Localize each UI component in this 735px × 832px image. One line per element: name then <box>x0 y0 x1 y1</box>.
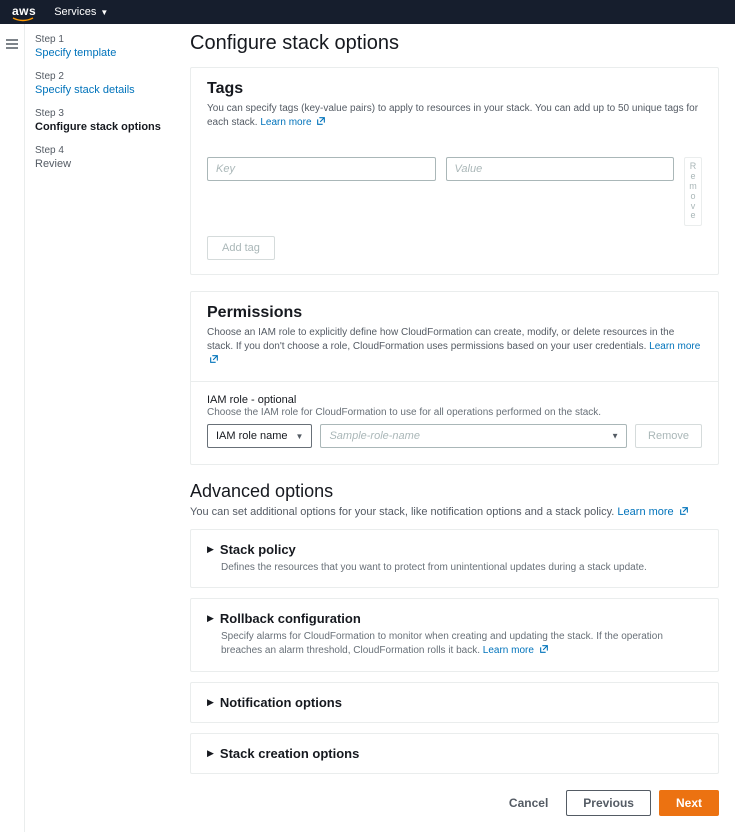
page-title: Configure stack options <box>190 32 719 55</box>
hamburger-toggle[interactable] <box>0 24 24 832</box>
tag-row: R e m o v e <box>191 143 718 226</box>
caret-down-icon: ▼ <box>296 432 304 441</box>
step-label: Step 1 <box>35 34 170 45</box>
permissions-panel: Permissions Choose an IAM role to explic… <box>190 291 719 465</box>
wizard-footer: Cancel Previous Next <box>190 784 719 816</box>
services-label: Services <box>54 6 96 18</box>
next-button[interactable]: Next <box>659 790 719 816</box>
panel-title: Stack creation options <box>220 746 359 761</box>
select-value: IAM role name <box>216 430 288 442</box>
external-link-icon <box>679 506 689 519</box>
stack-creation-options-panel: ▶ Stack creation options <box>190 733 719 774</box>
step-label: Step 4 <box>35 145 170 156</box>
tags-panel: Tags You can specify tags (key-value pai… <box>190 67 719 275</box>
panel-desc: Specify alarms for CloudFormation to mon… <box>221 630 702 659</box>
step-3[interactable]: Step 3 Configure stack options <box>35 108 170 133</box>
rollback-config-panel: ▶ Rollback configuration Specify alarms … <box>190 598 719 672</box>
advanced-learn-more-link[interactable]: Learn more <box>617 506 688 518</box>
notification-options-panel: ▶ Notification options <box>190 682 719 723</box>
iam-role-label: IAM role - optional <box>207 394 702 406</box>
main-content: Configure stack options Tags You can spe… <box>182 24 735 832</box>
step-1[interactable]: Step 1 Specify template <box>35 34 170 59</box>
caret-down-icon: ▼ <box>100 8 108 17</box>
triangle-right-icon: ▶ <box>207 613 214 624</box>
stack-creation-options-toggle[interactable]: ▶ Stack creation options <box>207 746 702 761</box>
step-name: Review <box>35 158 170 170</box>
step-name: Specify template <box>35 47 170 59</box>
iam-role-remove-button: Remove <box>635 424 702 448</box>
triangle-right-icon: ▶ <box>207 748 214 759</box>
external-link-icon <box>209 354 219 369</box>
aws-logo[interactable]: aws <box>12 4 36 20</box>
panel-title: Notification options <box>220 695 342 710</box>
rollback-learn-more-link[interactable]: Learn more <box>483 645 549 656</box>
external-link-icon <box>316 116 326 131</box>
tags-heading: Tags <box>207 80 702 98</box>
tags-desc: You can specify tags (key-value pairs) t… <box>207 102 702 131</box>
cancel-button[interactable]: Cancel <box>499 790 558 816</box>
stack-policy-panel: ▶ Stack policy Defines the resources tha… <box>190 529 719 588</box>
step-4: Step 4 Review <box>35 145 170 170</box>
top-nav: aws Services ▼ <box>0 0 735 24</box>
triangle-right-icon: ▶ <box>207 544 214 555</box>
wizard-steps-sidebar: Step 1 Specify template Step 2 Specify s… <box>24 24 182 832</box>
tag-value-input[interactable] <box>446 157 675 181</box>
permissions-desc: Choose an IAM role to explicitly define … <box>207 326 702 369</box>
tag-key-input[interactable] <box>207 157 436 181</box>
advanced-heading: Advanced options <box>190 481 719 502</box>
tag-remove-button: R e m o v e <box>684 157 702 226</box>
notification-options-toggle[interactable]: ▶ Notification options <box>207 695 702 710</box>
step-label: Step 3 <box>35 108 170 119</box>
panel-title: Rollback configuration <box>220 611 361 626</box>
step-name: Configure stack options <box>35 121 170 133</box>
panel-title: Stack policy <box>220 542 296 557</box>
triangle-right-icon: ▶ <box>207 697 214 708</box>
services-menu[interactable]: Services ▼ <box>54 6 108 18</box>
advanced-desc: You can set additional options for your … <box>190 506 719 519</box>
iam-role-name-input[interactable] <box>320 424 627 448</box>
rollback-config-toggle[interactable]: ▶ Rollback configuration <box>207 611 702 626</box>
stack-policy-toggle[interactable]: ▶ Stack policy <box>207 542 702 557</box>
panel-desc: Defines the resources that you want to p… <box>221 561 702 575</box>
iam-role-type-select[interactable]: IAM role name ▼ <box>207 424 312 448</box>
permissions-heading: Permissions <box>207 304 702 322</box>
step-2[interactable]: Step 2 Specify stack details <box>35 71 170 96</box>
previous-button[interactable]: Previous <box>566 790 651 816</box>
hamburger-icon <box>6 39 18 49</box>
external-link-icon <box>539 644 549 659</box>
aws-logo-text: aws <box>12 4 36 18</box>
step-label: Step 2 <box>35 71 170 82</box>
iam-role-sub: Choose the IAM role for CloudFormation t… <box>207 407 702 418</box>
step-name: Specify stack details <box>35 84 170 96</box>
add-tag-button[interactable]: Add tag <box>207 236 275 260</box>
tags-learn-more-link[interactable]: Learn more <box>260 117 326 128</box>
